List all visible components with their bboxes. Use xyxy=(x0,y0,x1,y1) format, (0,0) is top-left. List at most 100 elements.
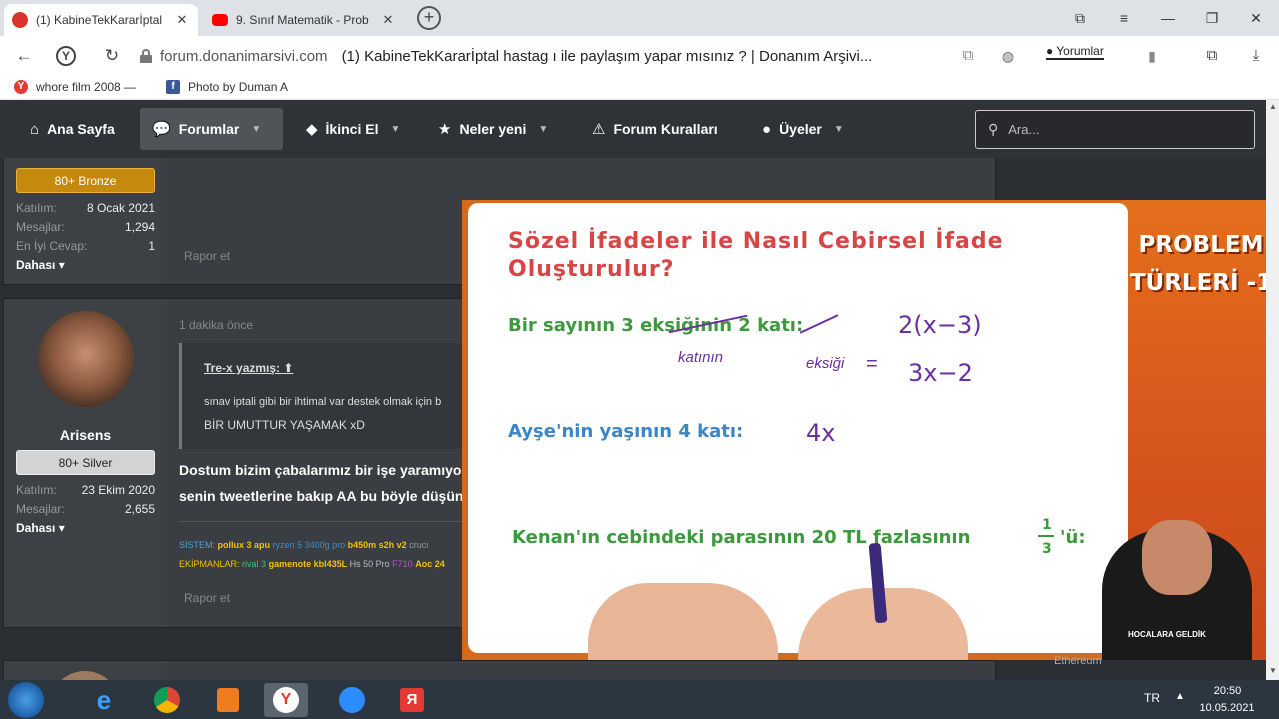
message-text: senin tweetlerine bakıp AA bu böyle düşü… xyxy=(179,488,464,504)
close-window-button[interactable]: ✕ xyxy=(1244,6,1268,30)
facebook-icon: f xyxy=(166,80,180,94)
copy-icon[interactable]: ⧉ xyxy=(956,44,980,68)
bookmark-label: whore film 2008 — xyxy=(36,80,137,94)
tab-label: 9. Sınıf Matematik - Prob xyxy=(236,13,369,27)
tray-expand-icon[interactable]: ▲ xyxy=(1175,691,1185,702)
site-favicon-icon xyxy=(12,12,28,28)
bookmark-label: Photo by Duman A xyxy=(188,80,289,94)
chrome-icon[interactable] xyxy=(145,683,189,717)
more-dropdown[interactable]: Dahası ▾ xyxy=(16,258,65,272)
media-player-icon[interactable] xyxy=(206,683,250,717)
menu-icon[interactable]: ≡ xyxy=(1112,6,1136,30)
close-icon[interactable]: ✕ xyxy=(174,12,190,28)
search-input[interactable]: ⚲ Ara... xyxy=(975,110,1255,149)
signature-divider xyxy=(179,521,469,522)
strikethrough xyxy=(799,314,839,334)
arrow-up-icon[interactable]: ⬆ xyxy=(283,361,293,375)
page-scrollbar[interactable]: ▲ ▼ xyxy=(1266,100,1279,680)
url-field[interactable]: forum.donanimarsivi.com (1) KabineTekKar… xyxy=(140,41,1070,71)
quote-text: BİR UMUTTUR YAŞAMAK xD xyxy=(204,418,365,432)
nav-label: Ana Sayfa xyxy=(47,121,115,137)
handwritten-note: katının xyxy=(678,349,724,366)
lesson-title: Sözel İfadeler ile Nasıl Cebirsel İfade xyxy=(508,229,1004,254)
tab-forum[interactable]: (1) KabineTekKararİptal ✕ xyxy=(4,4,198,36)
bookmark-item-film[interactable]: Y whore film 2008 — xyxy=(14,80,136,94)
yandex-icon[interactable]: Я xyxy=(390,683,434,717)
whiteboard: Sözel İfadeler ile Nasıl Cebirsel İfade … xyxy=(468,203,1128,660)
comment-icon: ● xyxy=(1046,44,1054,58)
comments-label: Yorumlar xyxy=(1056,44,1104,58)
post xyxy=(3,660,996,680)
quote-author[interactable]: Tre-x yazmış: ⬆ xyxy=(204,361,293,375)
search-placeholder: Ara... xyxy=(1008,122,1040,137)
bookmark-icon[interactable]: ▮ xyxy=(1140,44,1164,68)
clock-date[interactable]: 10.05.2021 xyxy=(1194,702,1260,714)
problem-text: 'ü: xyxy=(1060,527,1086,548)
fraction-numerator: 1 xyxy=(1042,517,1052,533)
internet-explorer-icon[interactable]: e xyxy=(82,683,126,717)
lock-icon xyxy=(140,49,152,63)
new-tab-button[interactable]: + xyxy=(417,6,441,30)
report-link[interactable]: Rapor et xyxy=(184,591,230,605)
yandex-icon: Y xyxy=(14,80,28,94)
user-stat: En İyi Cevap: 1 xyxy=(16,239,155,253)
comments-button[interactable]: ● Yorumlar xyxy=(1046,44,1104,60)
nav-second-hand[interactable]: ◆ İkinci El ▼ xyxy=(294,108,412,150)
pin-icon[interactable]: ⧉ xyxy=(1068,6,1092,30)
nav-home[interactable]: ⌂ Ana Sayfa xyxy=(18,108,127,150)
clock-time[interactable]: 20:50 xyxy=(1200,685,1255,697)
youtube-icon xyxy=(212,14,228,26)
nav-label: Neler yeni xyxy=(459,121,527,137)
problem-text: Kenan'ın cebindeki parasının 20 TL fazla… xyxy=(512,527,971,548)
zoom-icon[interactable] xyxy=(330,683,374,717)
yandex-browser-icon[interactable]: Y xyxy=(264,683,308,717)
message-text: Dostum bizim çabalarımız bir işe yaramıy… xyxy=(179,462,467,478)
address-bar: ← Y ↻ forum.donanimarsivi.com (1) Kabine… xyxy=(0,36,1279,76)
handwritten-note: eksiği xyxy=(806,355,845,372)
post-time[interactable]: 1 dakika önce xyxy=(179,318,253,332)
user-info-cell: 80+ Bronze Katılım: 8 Ocak 2021 Mesajlar:… xyxy=(4,158,167,284)
chevron-down-icon[interactable]: ▼ xyxy=(251,124,261,135)
banner-subtitle: TÜRLERİ -1 xyxy=(1129,270,1273,296)
nav-label: Forum Kuralları xyxy=(613,121,718,137)
language-indicator[interactable]: TR xyxy=(1144,691,1160,705)
bookmark-item-photo[interactable]: f Photo by Duman A xyxy=(166,80,288,94)
restore-button[interactable]: ❐ xyxy=(1200,6,1224,30)
chevron-down-icon[interactable]: ▼ xyxy=(390,124,400,135)
avatar[interactable] xyxy=(38,311,134,407)
extensions-icon[interactable]: ⧉ xyxy=(1200,44,1224,68)
user-info-cell xyxy=(4,661,167,680)
back-arrow-icon[interactable]: ← xyxy=(12,44,36,68)
username[interactable]: Arisens xyxy=(4,427,167,443)
start-button[interactable] xyxy=(8,682,44,718)
chevron-down-icon[interactable]: ▼ xyxy=(538,124,548,135)
download-icon[interactable]: ⤓ xyxy=(1244,44,1268,68)
yandex-icon[interactable]: Y xyxy=(56,46,76,66)
reload-icon[interactable]: ↻ xyxy=(100,44,124,68)
user-stat: Mesajlar: 2,655 xyxy=(16,502,155,516)
avatar[interactable] xyxy=(50,671,120,680)
quote-text: sınav iptali gibi bir ihtimal var destek… xyxy=(204,396,442,408)
user-stat: Katılım: 23 Ekim 2020 xyxy=(16,483,155,497)
report-link[interactable]: Rapor et xyxy=(184,249,230,263)
close-icon[interactable]: ✕ xyxy=(380,12,396,28)
nav-label: İkinci El xyxy=(325,121,379,137)
nav-members[interactable]: ● Üyeler ▼ xyxy=(750,108,856,150)
tab-youtube[interactable]: 9. Sınıf Matematik - Prob ✕ xyxy=(204,4,404,36)
nav-label: Üyeler xyxy=(779,121,822,137)
sidebar-peek-text: Ethereum xyxy=(1054,655,1102,667)
nav-forums[interactable]: 💬 Forumlar ▼ xyxy=(140,108,283,150)
scroll-down-arrow-icon[interactable]: ▼ xyxy=(1269,666,1277,675)
video-player[interactable]: PROBLEM TÜRLERİ -1 Sözel İfadeler ile Na… xyxy=(462,200,1279,660)
chevron-down-icon[interactable]: ▼ xyxy=(834,124,844,135)
nav-whats-new[interactable]: ★ Neler yeni ▼ xyxy=(426,108,560,150)
signature-line: EKİPMANLAR: rival 3 gamenote kbl435L Hs … xyxy=(179,559,445,569)
handwritten-equals: = xyxy=(866,353,878,375)
more-dropdown[interactable]: Dahası ▾ xyxy=(16,521,65,535)
scroll-up-arrow-icon[interactable]: ▲ xyxy=(1269,102,1277,111)
tag-icon: ◆ xyxy=(306,121,318,138)
nav-rules[interactable]: ⚠ Forum Kuralları xyxy=(580,108,730,150)
protect-icon[interactable]: ◍ xyxy=(996,44,1020,68)
bookmarks-bar: Y whore film 2008 — f Photo by Duman A xyxy=(0,76,1279,100)
minimize-button[interactable]: — xyxy=(1156,6,1180,30)
